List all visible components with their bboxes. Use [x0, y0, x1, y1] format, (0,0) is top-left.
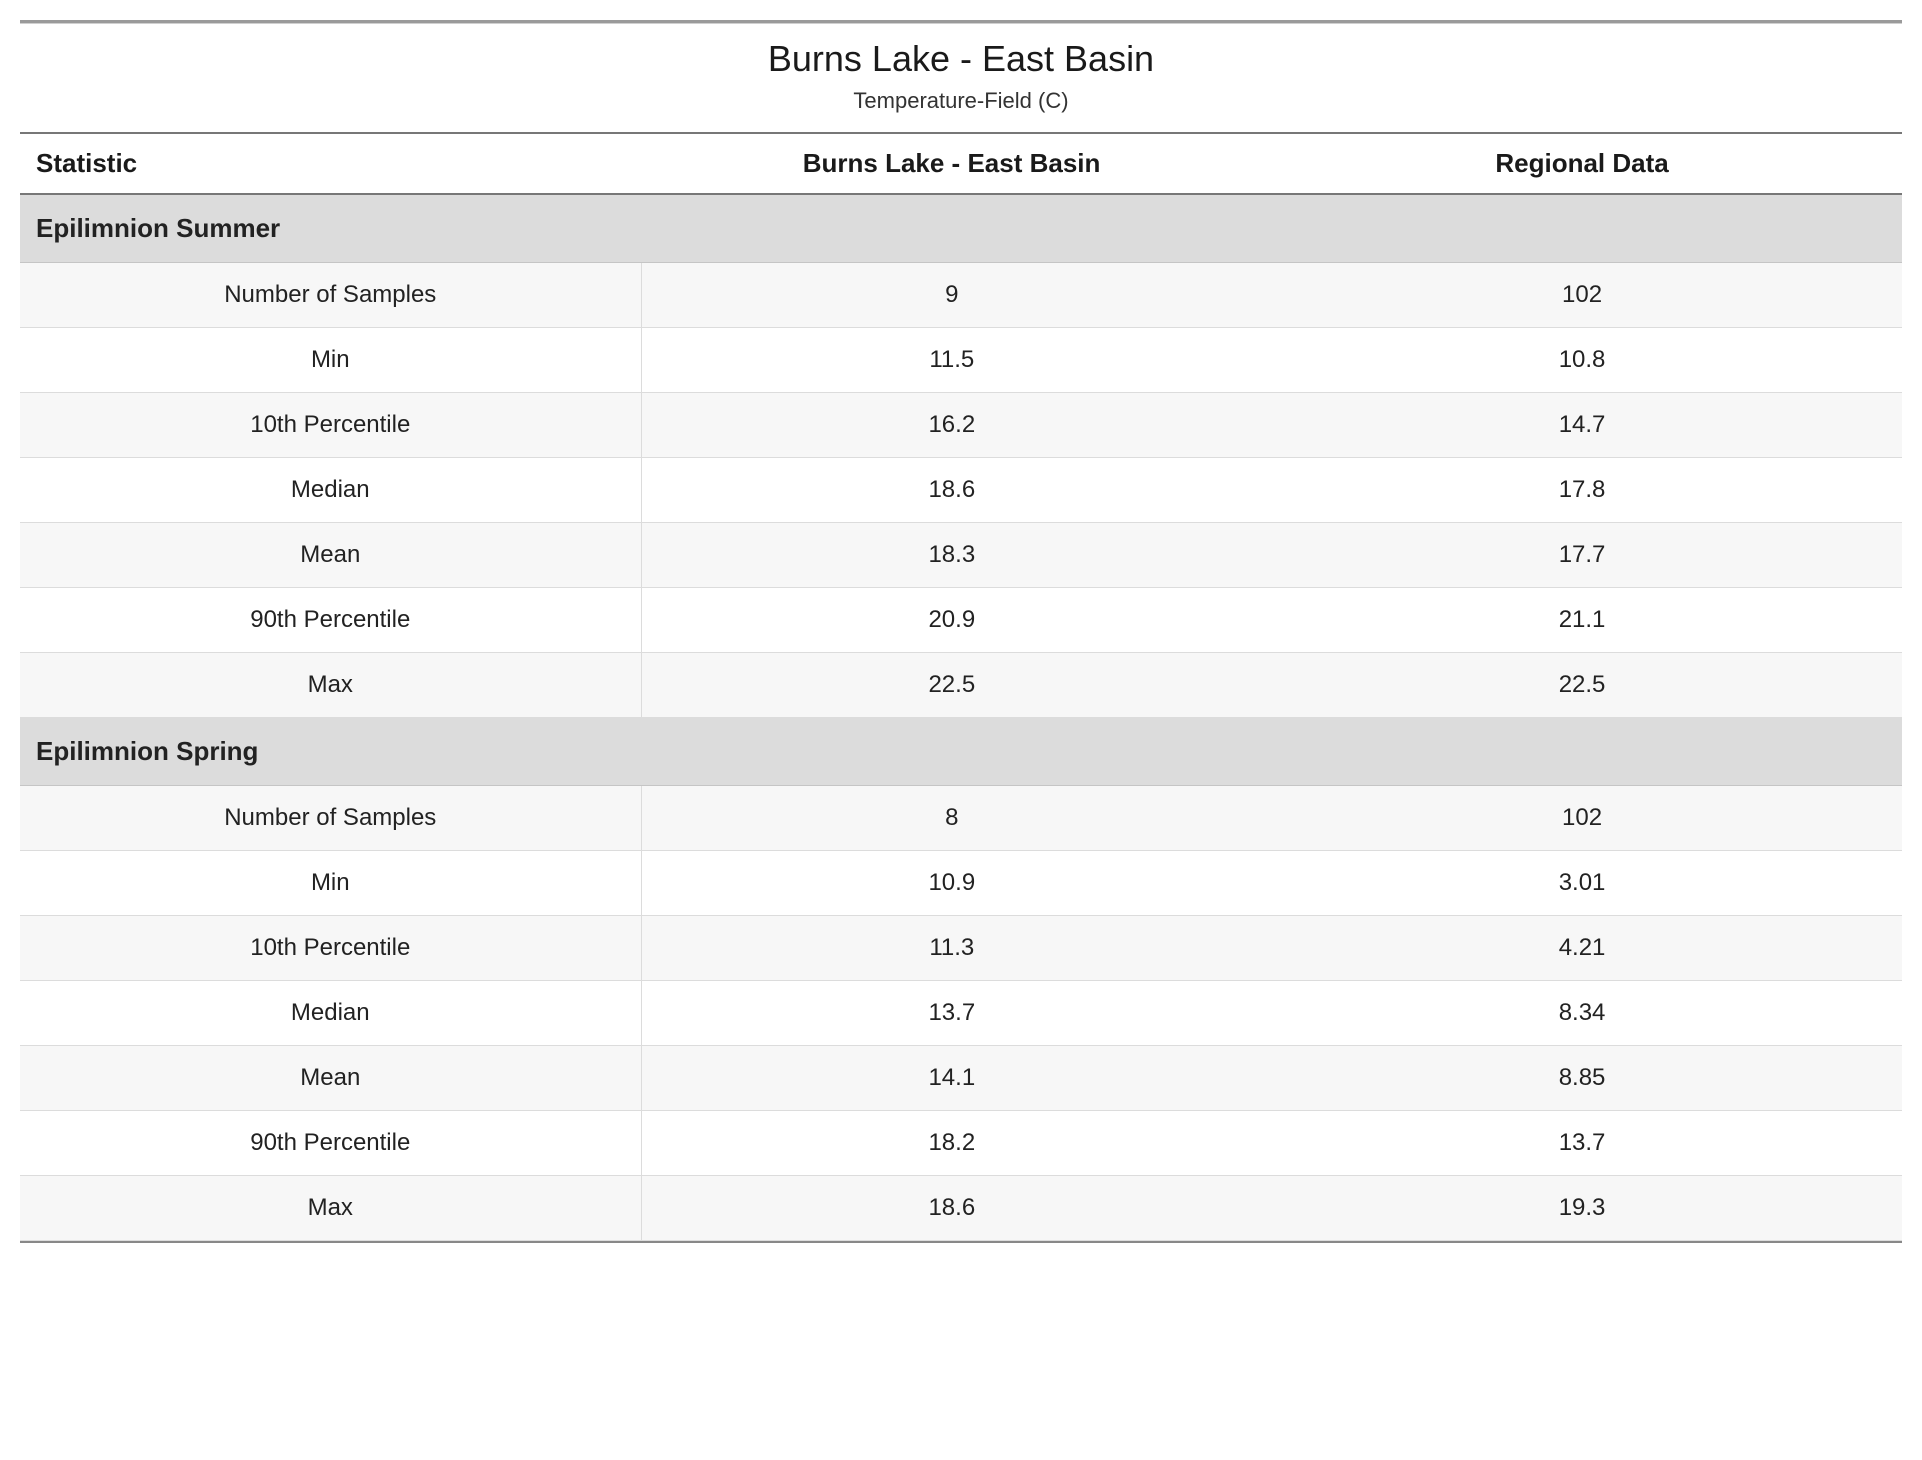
- stat-value-region: 19.3: [1262, 1176, 1902, 1241]
- stat-name: Mean: [20, 523, 641, 588]
- stat-name: Median: [20, 458, 641, 523]
- stat-value-region: 21.1: [1262, 588, 1902, 653]
- section-header-row: Epilimnion Summer: [20, 194, 1902, 263]
- stat-value-region: 8.85: [1262, 1046, 1902, 1111]
- stat-value-site: 18.3: [641, 523, 1262, 588]
- table-row: Max18.619.3: [20, 1176, 1902, 1241]
- stat-value-site: 22.5: [641, 653, 1262, 718]
- stat-value-region: 17.7: [1262, 523, 1902, 588]
- stat-value-site: 9: [641, 263, 1262, 328]
- stat-name: Median: [20, 981, 641, 1046]
- stat-value-site: 11.5: [641, 328, 1262, 393]
- header-row: Statistic Burns Lake - East Basin Region…: [20, 133, 1902, 194]
- stat-value-region: 4.21: [1262, 916, 1902, 981]
- table-row: Mean14.18.85: [20, 1046, 1902, 1111]
- bottom-rule: [20, 1241, 1902, 1243]
- table-row: Number of Samples9102: [20, 263, 1902, 328]
- top-rule: [20, 20, 1902, 24]
- table-row: 90th Percentile18.213.7: [20, 1111, 1902, 1176]
- stat-value-region: 8.34: [1262, 981, 1902, 1046]
- stat-value-region: 10.8: [1262, 328, 1902, 393]
- table-row: Median13.78.34: [20, 981, 1902, 1046]
- stat-name: 10th Percentile: [20, 393, 641, 458]
- section-label: Epilimnion Summer: [20, 194, 1902, 263]
- section-label: Epilimnion Spring: [20, 718, 1902, 786]
- stat-name: 90th Percentile: [20, 588, 641, 653]
- report-header: Burns Lake - East Basin Temperature-Fiel…: [20, 38, 1902, 132]
- stat-value-region: 13.7: [1262, 1111, 1902, 1176]
- table-row: Min10.93.01: [20, 851, 1902, 916]
- stat-value-site: 13.7: [641, 981, 1262, 1046]
- stat-name: Number of Samples: [20, 786, 641, 851]
- stat-name: 10th Percentile: [20, 916, 641, 981]
- table-row: Number of Samples8102: [20, 786, 1902, 851]
- table-row: 10th Percentile16.214.7: [20, 393, 1902, 458]
- stat-value-region: 3.01: [1262, 851, 1902, 916]
- section-header-row: Epilimnion Spring: [20, 718, 1902, 786]
- report-subtitle: Temperature-Field (C): [20, 88, 1902, 114]
- stat-value-site: 20.9: [641, 588, 1262, 653]
- table-row: 90th Percentile20.921.1: [20, 588, 1902, 653]
- table-row: Max22.522.5: [20, 653, 1902, 718]
- stat-value-region: 17.8: [1262, 458, 1902, 523]
- col-header-site: Burns Lake - East Basin: [641, 133, 1262, 194]
- stat-value-region: 22.5: [1262, 653, 1902, 718]
- stat-name: 90th Percentile: [20, 1111, 641, 1176]
- col-header-statistic: Statistic: [20, 133, 641, 194]
- stat-value-region: 102: [1262, 786, 1902, 851]
- stat-value-site: 10.9: [641, 851, 1262, 916]
- stat-value-site: 16.2: [641, 393, 1262, 458]
- stat-value-site: 11.3: [641, 916, 1262, 981]
- stat-name: Min: [20, 851, 641, 916]
- stat-name: Max: [20, 1176, 641, 1241]
- col-header-region: Regional Data: [1262, 133, 1902, 194]
- table-row: Median18.617.8: [20, 458, 1902, 523]
- stat-name: Max: [20, 653, 641, 718]
- stat-value-site: 18.2: [641, 1111, 1262, 1176]
- stat-value-site: 18.6: [641, 458, 1262, 523]
- stat-value-site: 18.6: [641, 1176, 1262, 1241]
- stat-value-site: 14.1: [641, 1046, 1262, 1111]
- report-title: Burns Lake - East Basin: [20, 38, 1902, 80]
- table-row: Min11.510.8: [20, 328, 1902, 393]
- stat-name: Mean: [20, 1046, 641, 1111]
- stat-name: Number of Samples: [20, 263, 641, 328]
- stat-value-region: 14.7: [1262, 393, 1902, 458]
- report-container: Burns Lake - East Basin Temperature-Fiel…: [20, 20, 1902, 1243]
- stats-table: Statistic Burns Lake - East Basin Region…: [20, 132, 1902, 1241]
- stat-value-site: 8: [641, 786, 1262, 851]
- table-row: Mean18.317.7: [20, 523, 1902, 588]
- stat-name: Min: [20, 328, 641, 393]
- table-row: 10th Percentile11.34.21: [20, 916, 1902, 981]
- stat-value-region: 102: [1262, 263, 1902, 328]
